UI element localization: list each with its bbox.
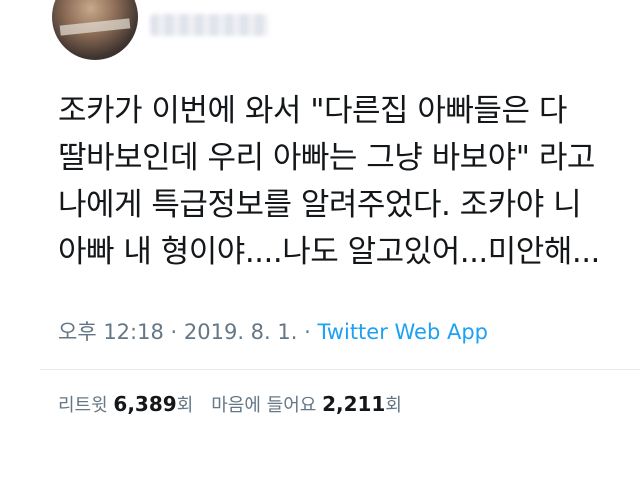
source-app-link[interactable]: Twitter Web App: [317, 320, 488, 344]
divider: [40, 369, 640, 370]
meta-separator: ·: [297, 320, 318, 344]
like-label: 마음에 들어요: [211, 395, 317, 416]
tweet-line: 나에게 특급정보를 알려주었다. 조카야 니: [58, 187, 582, 223]
retweet-suffix: 회: [176, 395, 194, 416]
retweet-label: 리트윗: [58, 395, 108, 416]
like-count: 2,211: [322, 392, 386, 416]
engagement-stats: 리트윗 6,389회 마음에 들어요 2,211회: [58, 391, 402, 417]
meta-separator: ·: [163, 320, 184, 344]
tweet-line: 딸바보인데 우리 아빠는 그냥 바보야" 라고: [58, 140, 595, 176]
tweet-line: 조카가 이번에 와서 "다른집 아빠들은 다: [58, 93, 567, 129]
tweet-line: 아빠 내 형이야....나도 알고있어...미안해...: [58, 234, 600, 270]
avatar[interactable]: [52, 0, 138, 60]
tweet-metadata: 오후 12:18 · 2019. 8. 1. · Twitter Web App: [58, 316, 488, 346]
tweet-time[interactable]: 오후 12:18: [58, 320, 164, 344]
like-suffix: 회: [385, 395, 402, 416]
like-stat[interactable]: 마음에 들어요 2,211회: [211, 392, 402, 416]
tweet-text: 조카가 이번에 와서 "다른집 아빠들은 다 딸바보인데 우리 아빠는 그냥 바…: [58, 88, 628, 276]
retweet-stat[interactable]: 리트윗 6,389회: [58, 392, 194, 416]
retweet-count: 6,389: [113, 392, 177, 416]
username-blurred[interactable]: [150, 14, 268, 36]
tweet-date[interactable]: 2019. 8. 1.: [184, 320, 298, 344]
